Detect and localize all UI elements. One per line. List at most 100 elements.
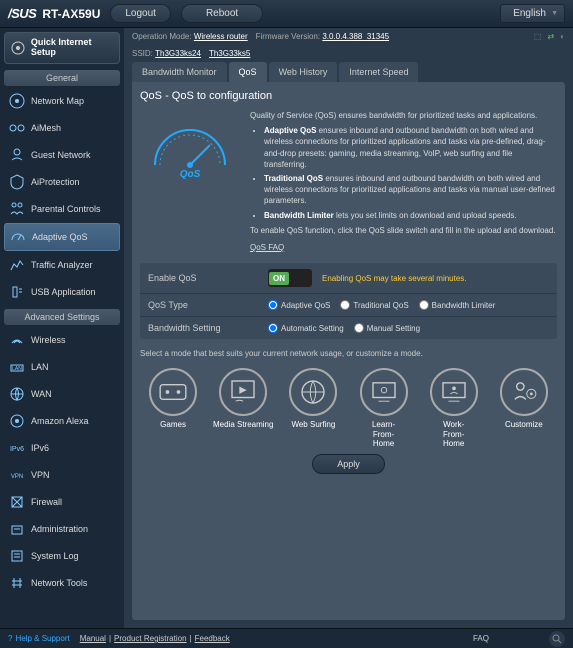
nav-traffic-analyzer[interactable]: Traffic Analyzer — [4, 252, 120, 278]
nav-guest-network[interactable]: Guest Network — [4, 142, 120, 168]
mode-icon — [149, 368, 197, 416]
help-icon[interactable]: ? — [8, 634, 12, 643]
mode-hint: Select a mode that best suits your curre… — [140, 349, 557, 358]
nav-icon — [8, 92, 26, 110]
radio-adaptive[interactable]: Adaptive QoS — [268, 300, 330, 310]
feedback-link[interactable]: Feedback — [195, 634, 230, 643]
reboot-button[interactable]: Reboot — [181, 4, 263, 23]
nav-icon — [8, 173, 26, 191]
nav-icon — [8, 256, 26, 274]
nav-icon — [8, 547, 26, 565]
mode-learn-from-home[interactable]: Learn-From-Home — [351, 368, 417, 449]
info-row-2: SSID: Th3G33ks24 Th3G33ks5 — [124, 45, 573, 62]
svg-text:IPv6: IPv6 — [10, 446, 24, 453]
radio-limiter[interactable]: Bandwidth Limiter — [419, 300, 496, 310]
mode-icon — [360, 368, 408, 416]
quick-setup-button[interactable]: Quick Internet Setup — [4, 32, 120, 64]
nav-ipv6[interactable]: IPv6IPv6 — [4, 435, 120, 461]
usb-icon[interactable]: ⬚ — [534, 32, 542, 41]
status-icon[interactable]: ◐ — [560, 32, 565, 41]
main-panel: Operation Mode: Wireless router Firmware… — [124, 28, 573, 628]
nav-wireless[interactable]: Wireless — [4, 327, 120, 353]
nav-lan[interactable]: LANLAN — [4, 354, 120, 380]
tabs: Bandwidth MonitorQoSWeb HistoryInternet … — [124, 62, 573, 82]
logout-button[interactable]: Logout — [110, 4, 171, 23]
ssid-2[interactable]: Th3G33ks5 — [209, 49, 250, 58]
nav-icon — [8, 520, 26, 538]
top-bar: /SUS RT-AX59U Logout Reboot English — [0, 0, 573, 28]
nav-icon — [8, 119, 26, 137]
nav-icon — [8, 412, 26, 430]
mode-icon — [430, 368, 478, 416]
footer: ? Help & Support Manual| Product Registr… — [0, 628, 573, 648]
modes-row: GamesMedia StreamingWeb SurfingLearn-Fro… — [140, 368, 557, 449]
nav-vpn[interactable]: VPNVPN — [4, 462, 120, 488]
language-dropdown[interactable]: English — [500, 4, 565, 23]
section-general: General — [4, 70, 120, 86]
nav-icon: IPv6 — [8, 439, 26, 457]
brand-logo: /SUS — [8, 6, 36, 21]
tab-internet-speed[interactable]: Internet Speed — [339, 62, 418, 82]
mode-work-from-home[interactable]: Work-From-Home — [421, 368, 487, 449]
sidebar: Quick Internet Setup General Network Map… — [0, 28, 124, 628]
firmware-link[interactable]: 3.0.0.4.388_31345 — [322, 32, 389, 41]
nav-aiprotection[interactable]: AiProtection — [4, 169, 120, 195]
gear-icon — [11, 40, 26, 56]
nav-firewall[interactable]: Firewall — [4, 489, 120, 515]
radio-manual[interactable]: Manual Setting — [354, 323, 420, 333]
nav-icon — [8, 146, 26, 164]
nav-network-tools[interactable]: Network Tools — [4, 570, 120, 596]
page-title: QoS - QoS to configuration — [140, 90, 557, 102]
nav-icon — [8, 385, 26, 403]
nav-amazon-alexa[interactable]: Amazon Alexa — [4, 408, 120, 434]
mode-web-surfing[interactable]: Web Surfing — [280, 368, 346, 449]
settings-table: Enable QoS ON Enabling QoS may take seve… — [140, 263, 557, 339]
faq-link[interactable]: FAQ — [473, 634, 489, 643]
nav-parental-controls[interactable]: Parental Controls — [4, 196, 120, 222]
mode-media-streaming[interactable]: Media Streaming — [210, 368, 276, 449]
link-icon[interactable]: ⇄ — [547, 32, 554, 41]
search-icon[interactable] — [549, 631, 565, 647]
nav-icon: VPN — [8, 466, 26, 484]
radio-traditional[interactable]: Traditional QoS — [340, 300, 408, 310]
nav-icon: LAN — [8, 358, 26, 376]
nav-aimesh[interactable]: AiMesh — [4, 115, 120, 141]
nav-administration[interactable]: Administration — [4, 516, 120, 542]
nav-icon — [8, 283, 26, 301]
mode-icon — [289, 368, 337, 416]
description: Quality of Service (QoS) ensures bandwid… — [250, 110, 557, 253]
radio-auto[interactable]: Automatic Setting — [268, 323, 344, 333]
opmode-link[interactable]: Wireless router — [194, 32, 248, 41]
nav-wan[interactable]: WAN — [4, 381, 120, 407]
nav-icon — [8, 493, 26, 511]
manual-link[interactable]: Manual — [80, 634, 106, 643]
qos-faq-link[interactable]: QoS FAQ — [250, 243, 284, 252]
mode-icon — [219, 368, 267, 416]
qos-gauge-icon: QoS — [140, 110, 240, 190]
mode-games[interactable]: Games — [140, 368, 206, 449]
nav-icon — [8, 200, 26, 218]
nav-icon — [8, 331, 26, 349]
help-support[interactable]: Help & Support — [15, 634, 69, 643]
tab-qos[interactable]: QoS — [229, 62, 267, 82]
svg-text:QoS: QoS — [180, 169, 201, 180]
nav-icon — [8, 574, 26, 592]
tab-web-history[interactable]: Web History — [269, 62, 338, 82]
enable-qos-toggle[interactable]: ON — [268, 269, 312, 287]
product-reg-link[interactable]: Product Registration — [114, 634, 186, 643]
nav-adaptive-qos[interactable]: Adaptive QoS — [4, 223, 120, 251]
content: QoS - QoS to configuration QoS Quality o… — [132, 82, 565, 620]
model-name: RT-AX59U — [42, 7, 100, 21]
nav-network-map[interactable]: Network Map — [4, 88, 120, 114]
info-row-1: Operation Mode: Wireless router Firmware… — [124, 28, 573, 45]
nav-usb-application[interactable]: USB Application — [4, 279, 120, 305]
mode-customize[interactable]: Customize — [491, 368, 557, 449]
qos-warning: Enabling QoS may take several minutes. — [322, 274, 467, 283]
nav-icon — [9, 228, 27, 246]
apply-button[interactable]: Apply — [312, 454, 385, 474]
nav-system-log[interactable]: System Log — [4, 543, 120, 569]
tab-bandwidth-monitor[interactable]: Bandwidth Monitor — [132, 62, 227, 82]
mode-icon — [500, 368, 548, 416]
ssid-1[interactable]: Th3G33ks24 — [155, 49, 201, 58]
svg-text:LAN: LAN — [12, 366, 22, 372]
